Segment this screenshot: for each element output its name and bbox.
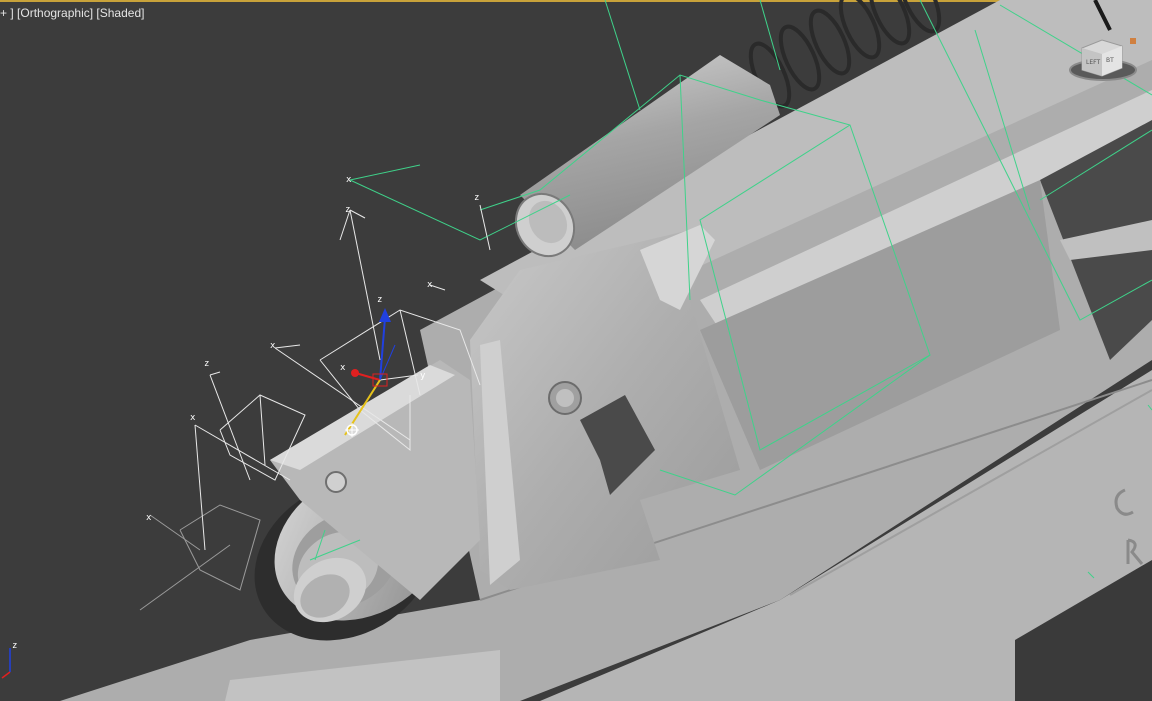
svg-text:z: z <box>345 205 350 215</box>
viewport-view-menu[interactable]: [Orthographic] <box>17 6 93 20</box>
svg-text:x: x <box>340 363 346 373</box>
svg-text:LEFT: LEFT <box>1086 59 1100 66</box>
viewcube[interactable]: LEFT BT <box>1068 30 1138 86</box>
svg-text:z: z <box>204 359 209 369</box>
svg-text:z: z <box>474 193 479 203</box>
gizmo-z-arrow <box>379 308 391 322</box>
viewcube-home-icon <box>1130 38 1136 44</box>
svg-text:z: z <box>377 295 382 305</box>
svg-text:y: y <box>420 371 426 381</box>
world-axis-tripod: z <box>1 641 17 679</box>
svg-text:x: x <box>270 341 276 351</box>
svg-text:x: x <box>146 513 152 523</box>
svg-text:x: x <box>427 280 433 290</box>
viewport-shading-menu[interactable]: [Shaded] <box>96 6 144 20</box>
svg-text:x: x <box>346 175 352 185</box>
perspective-viewport[interactable]: x z z x x z x x z x y LEFT BT z +] [Ort… <box>0 0 1152 701</box>
scene-canvas[interactable]: x z z x x z x x z x y <box>0 0 1152 701</box>
svg-text:BT: BT <box>1106 57 1114 64</box>
viewport-general-menu[interactable]: + <box>0 6 7 20</box>
viewport-label-menu: + ] [Orthographic] [Shaded] <box>0 6 145 20</box>
svg-text:z: z <box>12 641 17 651</box>
svg-text:x: x <box>190 413 196 423</box>
